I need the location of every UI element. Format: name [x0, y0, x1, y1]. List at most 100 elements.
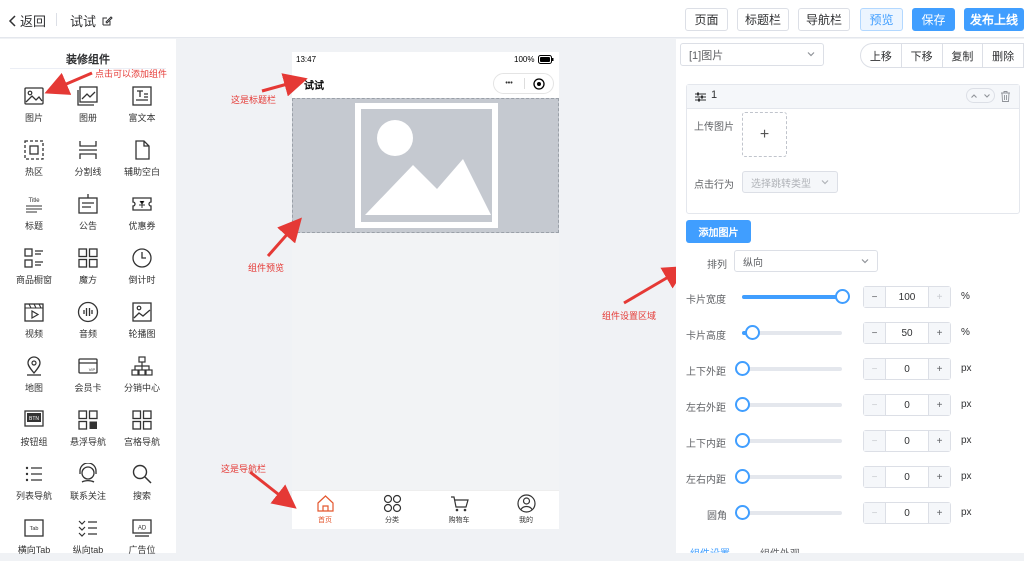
tab-cart[interactable]: 购物车	[426, 494, 492, 530]
component-image[interactable]: 图片	[6, 85, 62, 129]
slider-track[interactable]	[735, 397, 842, 412]
notice-icon	[78, 194, 98, 214]
component-map[interactable]: 地图	[6, 355, 62, 399]
component-rich-text[interactable]: 富文本	[114, 85, 170, 129]
sliders-icon[interactable]	[695, 92, 706, 102]
slider-handle[interactable]	[735, 505, 750, 520]
component-select[interactable]: [1]图片	[680, 43, 824, 66]
component-carousel[interactable]: 轮播图	[114, 301, 170, 345]
decrement-button[interactable]: −	[864, 287, 886, 307]
component-distribution[interactable]: 分销中心	[114, 355, 170, 399]
unit-label: px	[961, 363, 972, 374]
component-horizontal-tab[interactable]: Tab 横向Tab	[6, 517, 62, 561]
slider-track[interactable]	[735, 469, 842, 484]
component-hotspot[interactable]: 热区	[6, 139, 62, 183]
slider-track[interactable]	[735, 361, 842, 376]
slider-handle[interactable]	[745, 325, 760, 340]
component-cube[interactable]: 魔方	[60, 247, 116, 291]
increment-button[interactable]: +	[928, 431, 950, 451]
slider-handle[interactable]	[735, 361, 750, 376]
preview-button[interactable]: 预览	[860, 8, 903, 31]
component-search[interactable]: 搜索	[114, 463, 170, 507]
stepper-value[interactable]: 0	[886, 395, 928, 415]
component-coupon[interactable]: 优惠券	[114, 193, 170, 237]
component-ad[interactable]: AD 广告位	[114, 517, 170, 561]
component-list-nav[interactable]: 列表导航	[6, 463, 62, 507]
component-vertical-tab[interactable]: 纵向tab	[60, 517, 116, 561]
slider-handle[interactable]	[735, 469, 750, 484]
component-notice[interactable]: 公告	[60, 193, 116, 237]
increment-button[interactable]: +	[928, 395, 950, 415]
move-up-button[interactable]: 上移	[861, 44, 902, 67]
stepper-value[interactable]: 0	[886, 359, 928, 379]
tab-component-appearance[interactable]: 组件外观	[760, 545, 800, 553]
menu-capsule[interactable]: •••	[493, 73, 554, 94]
component-float-nav[interactable]: 悬浮导航	[60, 409, 116, 453]
stepper-value[interactable]: 100	[886, 287, 928, 307]
chevron-up-icon[interactable]	[970, 92, 978, 100]
navbar-button[interactable]: 导航栏	[798, 8, 850, 31]
close-circle-icon[interactable]	[533, 77, 545, 90]
component-grid-nav[interactable]: 宫格导航	[114, 409, 170, 453]
delete-button[interactable]: 删除	[983, 44, 1023, 67]
save-button[interactable]: 保存	[912, 8, 955, 31]
increment-button[interactable]: +	[928, 467, 950, 487]
increment-button[interactable]: +	[928, 323, 950, 343]
slider-track[interactable]	[742, 325, 842, 340]
decrement-button[interactable]: −	[864, 395, 886, 415]
stepper-value[interactable]: 0	[886, 503, 928, 523]
decrement-button[interactable]: −	[864, 467, 886, 487]
decrement-button[interactable]: −	[864, 431, 886, 451]
chevron-down-icon[interactable]	[983, 92, 991, 100]
component-member-card[interactable]: VIP 会员卡	[60, 355, 116, 399]
component-countdown[interactable]: 倒计时	[114, 247, 170, 291]
top-bar: 返回 试试 页面 标题栏 导航栏 预览 保存 发布上线	[0, 0, 1024, 38]
increment-button[interactable]: +	[928, 287, 950, 307]
tab-category[interactable]: 分类	[359, 494, 425, 530]
slider-handle[interactable]	[735, 433, 750, 448]
page-button[interactable]: 页面	[685, 8, 728, 31]
trash-icon[interactable]	[1001, 91, 1010, 102]
decrement-button[interactable]: −	[864, 503, 886, 523]
increment-button[interactable]: +	[928, 359, 950, 379]
stepper-value[interactable]: 50	[886, 323, 928, 343]
stepper-value[interactable]: 0	[886, 467, 928, 487]
titlebar-button[interactable]: 标题栏	[737, 8, 789, 31]
component-title[interactable]: Title 标题	[6, 193, 62, 237]
component-blank[interactable]: 辅助空白	[114, 139, 170, 183]
rich-text-icon	[132, 86, 152, 106]
component-audio[interactable]: 音频	[60, 301, 116, 345]
publish-button[interactable]: 发布上线	[964, 8, 1024, 31]
edit-icon[interactable]	[102, 15, 113, 26]
component-button-group[interactable]: BTN 按钮组	[6, 409, 62, 453]
decrement-button[interactable]: −	[864, 323, 886, 343]
arrange-select[interactable]: 纵向	[734, 250, 878, 272]
add-image-button[interactable]: 添加图片	[686, 220, 751, 243]
component-action-group: 上移 下移 复制 删除	[860, 43, 1024, 68]
slider-track[interactable]	[742, 289, 850, 304]
back-button[interactable]: 返回	[8, 11, 46, 30]
component-contact[interactable]: 联系关注	[60, 463, 116, 507]
move-down-button[interactable]: 下移	[902, 44, 943, 67]
click-action-select[interactable]: 选择跳转类型	[742, 171, 838, 193]
phone-title-bar[interactable]: 试试 •••	[292, 68, 559, 98]
tab-component-settings[interactable]: 组件设置	[690, 545, 730, 553]
tab-mine[interactable]: 我的	[493, 494, 559, 530]
copy-button[interactable]: 复制	[943, 44, 984, 67]
slider-handle[interactable]	[835, 289, 850, 304]
component-goods-window[interactable]: 商品橱窗	[6, 247, 62, 291]
slider-track[interactable]	[735, 433, 842, 448]
slider-track[interactable]	[735, 505, 842, 520]
image-component-preview[interactable]	[292, 98, 559, 233]
image-uploader[interactable]: +	[742, 112, 787, 157]
increment-button[interactable]: +	[928, 503, 950, 523]
component-video[interactable]: 视频	[6, 301, 62, 345]
more-icon[interactable]: •••	[494, 80, 524, 87]
decrement-button[interactable]: −	[864, 359, 886, 379]
slider-handle[interactable]	[735, 397, 750, 412]
tab-home[interactable]: 首页	[292, 494, 358, 530]
component-label: 纵向tab	[72, 545, 104, 555]
stepper-value[interactable]: 0	[886, 431, 928, 451]
component-album[interactable]: 图册	[60, 85, 116, 129]
component-divider[interactable]: 分割线	[60, 139, 116, 183]
